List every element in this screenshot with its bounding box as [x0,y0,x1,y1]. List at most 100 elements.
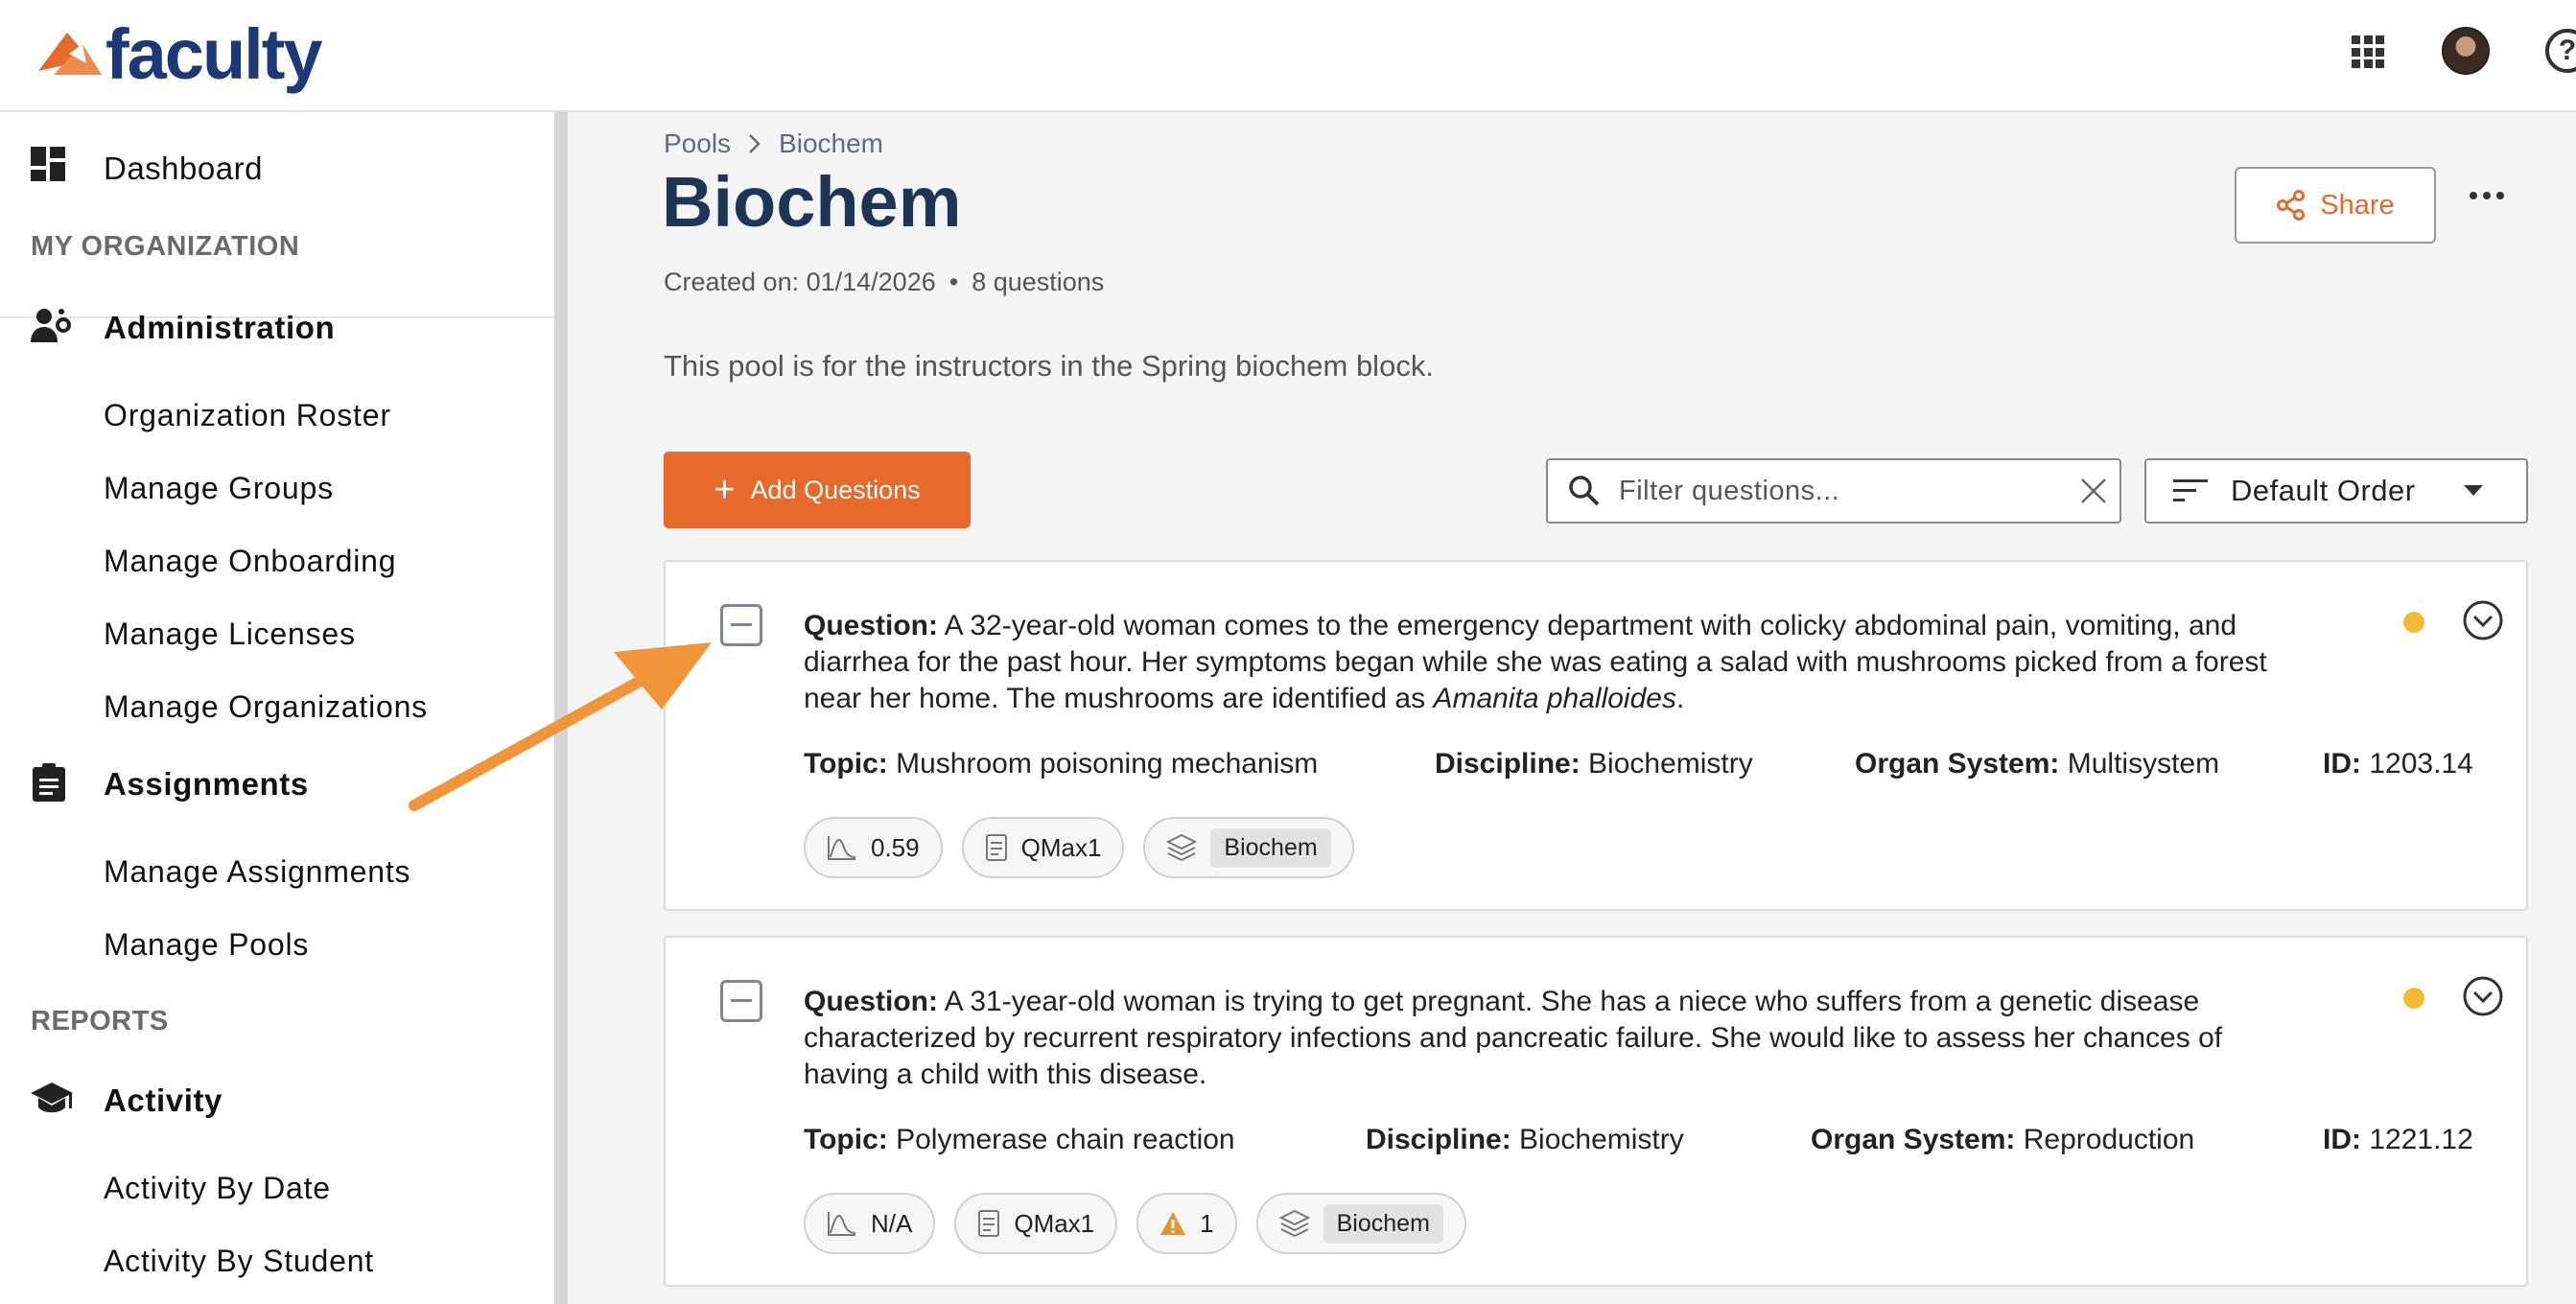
discipline-field: Discipline: Biochemistry [1435,748,1753,780]
share-icon [2277,190,2306,221]
difficulty-chip[interactable]: N/A [804,1193,936,1254]
add-questions-label: Add Questions [750,475,921,504]
share-button[interactable]: Share [2235,167,2436,244]
clipboard-icon [33,763,65,802]
difficulty-value: N/A [871,1208,913,1238]
section-heading-my-organization: MY ORGANIZATION [31,231,300,262]
pool-description: This pool is for the instructors in the … [664,349,1434,383]
status-dot [2403,612,2424,633]
share-label: Share [2320,189,2395,221]
logo-wordmark: faculty [105,14,323,94]
status-dot [2403,988,2424,1009]
add-questions-button[interactable]: + Add Questions [664,452,971,528]
topic-field: Topic: Mushroom poisoning mechanism [804,748,1319,780]
source-value: QMax1 [1020,832,1102,862]
sidebar-group-label: Administration [104,310,336,345]
difficulty-curve-icon [828,1212,856,1236]
sidebar-group-activity[interactable]: Activity [0,1067,554,1130]
id-field: ID: 1203.14 [2323,748,2473,780]
sidebar-item-manage-organizations[interactable]: Manage Organizations [104,689,428,725]
sidebar-scrollbar[interactable] [554,112,568,1304]
document-icon [985,834,1007,861]
question-select-checkbox[interactable] [720,980,762,1022]
more-options-icon[interactable] [2470,192,2504,199]
filter-box [1546,458,2121,524]
id-field: ID: 1221.12 [2323,1124,2473,1155]
sidebar-item-manage-groups[interactable]: Manage Groups [104,471,334,506]
discipline-field: Discipline: Biochemistry [1366,1124,1684,1155]
sort-order-select[interactable]: Default Order [2144,458,2528,524]
difficulty-value: 0.59 [871,832,920,862]
help-icon[interactable]: ? [2545,29,2576,73]
organ-system-field: Organ System: Reproduction [1811,1124,2195,1155]
sidebar-item-manage-assignments[interactable]: Manage Assignments [104,854,410,890]
question-label: Question: [804,610,938,641]
question-card[interactable]: Question: A 32-year-old woman comes to t… [664,560,2528,911]
warning-chip[interactable]: 1 [1136,1193,1237,1254]
meta-separator: • [948,268,959,296]
logo-mark-icon [38,32,102,75]
question-count: 8 questions [972,268,1105,296]
user-avatar[interactable] [2442,27,2490,75]
sort-order-label: Default Order [2231,474,2416,507]
graduation-cap-icon [31,1083,73,1113]
pool-tag: Biochem [1323,1203,1443,1244]
pool-chip[interactable]: Biochem [1143,817,1354,878]
question-select-checkbox[interactable] [720,604,762,646]
question-stem-italic: Amanita phalloides [1433,683,1676,714]
breadcrumb-pools[interactable]: Pools [664,128,731,159]
sidebar-item-label: Dashboard [104,151,263,186]
apps-grid-icon[interactable] [2352,35,2384,68]
question-text: Question: A 32-year-old woman comes to t… [804,608,2300,717]
filter-questions-input[interactable] [1619,475,2041,507]
breadcrumb-biochem[interactable]: Biochem [779,128,883,159]
topic-field: Topic: Polymerase chain reaction [804,1124,1235,1155]
sidebar-group-assignments[interactable]: Assignments [0,751,554,814]
document-icon [978,1210,1000,1237]
question-chips: N/A QMax1 1 Biochem [804,1193,1466,1254]
created-date: Created on: 01/14/2026 [664,268,936,296]
sort-icon [2173,479,2208,501]
sidebar-group-label: Activity [104,1083,223,1118]
top-bar: faculty ? [0,0,2576,112]
source-chip[interactable]: QMax1 [954,1193,1118,1254]
page-title: Biochem [662,162,962,242]
question-card[interactable]: Question: A 31-year-old woman is trying … [664,936,2528,1287]
pool-tag: Biochem [1210,827,1331,868]
difficulty-curve-icon [828,836,856,860]
warning-icon [1160,1212,1186,1235]
question-stem-end: . [1675,683,1685,714]
sidebar-group-administration[interactable]: Administration [0,294,554,358]
plus-icon: + [714,470,736,510]
caret-down-icon [2463,485,2483,496]
question-text: Question: A 31-year-old woman is trying … [804,984,2300,1093]
faculty-logo[interactable]: faculty [35,13,323,95]
sidebar-item-organization-roster[interactable]: Organization Roster [104,398,391,433]
question-chips: 0.59 QMax1 Biochem [804,817,1354,878]
pool-meta: Created on: 01/14/2026 • 8 questions [664,268,1104,297]
sidebar-item-manage-onboarding[interactable]: Manage Onboarding [104,544,396,579]
difficulty-chip[interactable]: 0.59 [804,817,943,878]
organ-system-field: Organ System: Multisystem [1855,748,2220,780]
chevron-right-icon [749,134,761,153]
pool-chip[interactable]: Biochem [1255,1193,1466,1254]
search-icon [1569,476,1600,506]
breadcrumb: Pools Biochem [664,128,883,159]
sidebar-item-activity-by-date[interactable]: Activity By Date [104,1171,331,1206]
layers-icon [1278,1209,1310,1238]
section-heading-reports: REPORTS [31,1006,169,1036]
source-value: QMax1 [1014,1208,1095,1238]
expand-chevron-icon[interactable] [2463,600,2503,640]
sidebar-item-manage-licenses[interactable]: Manage Licenses [104,617,356,652]
sidebar: Dashboard MY ORGANIZATION Administration… [0,112,554,1304]
sidebar-item-dashboard[interactable]: Dashboard [0,133,554,200]
warning-count: 1 [1200,1208,1214,1238]
dashboard-icon [31,147,65,181]
clear-icon[interactable] [2079,477,2108,505]
question-label: Question: [804,986,938,1017]
source-chip[interactable]: QMax1 [961,817,1125,878]
question-stem: A 31-year-old woman is trying to get pre… [804,986,2223,1090]
expand-chevron-icon[interactable] [2463,976,2503,1016]
sidebar-item-activity-by-student[interactable]: Activity By Student [104,1244,374,1279]
sidebar-item-manage-pools[interactable]: Manage Pools [104,927,309,963]
